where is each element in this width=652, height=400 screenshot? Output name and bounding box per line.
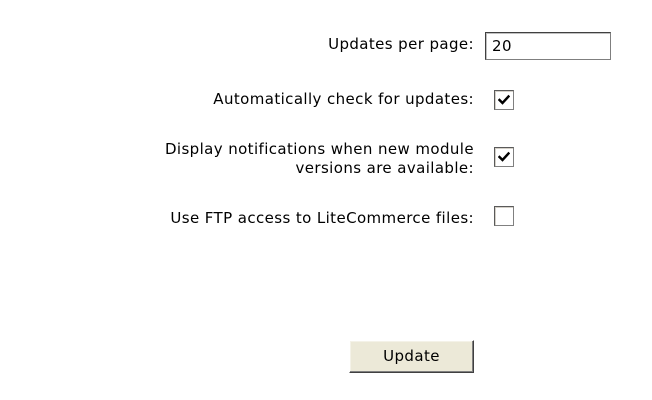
auto-check-checkbox[interactable] — [494, 90, 514, 110]
notifications-label: Display notifications when new module ve… — [165, 140, 474, 178]
updates-per-page-label: Updates per page: — [328, 35, 474, 53]
notifications-label-line1: Display notifications when new module — [164, 140, 474, 158]
checkmark-icon — [498, 151, 510, 162]
ftp-access-label: Use FTP access to LiteCommerce files: — [170, 209, 474, 227]
updates-per-page-input[interactable] — [485, 32, 611, 60]
notifications-label-line2: versions are available: — [295, 159, 474, 177]
auto-check-label: Automatically check for updates: — [213, 90, 474, 108]
ftp-access-checkbox[interactable] — [494, 206, 514, 226]
checkmark-icon — [498, 94, 510, 105]
notifications-checkbox[interactable] — [494, 147, 514, 167]
update-button[interactable]: Update — [349, 340, 474, 373]
